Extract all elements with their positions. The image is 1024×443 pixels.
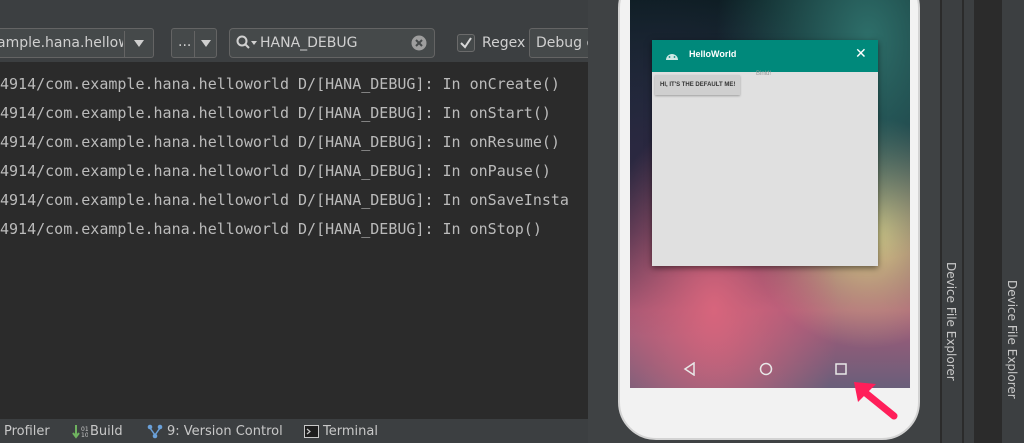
android-icon [666,54,678,60]
log-line: 4914/com.example.hana.helloworld D/[HANA… [0,75,560,93]
recent-app-card[interactable]: HelloWorld ✕ Binld! HI, IT'S THE DEFAULT… [652,40,878,266]
device-file-explorer-tab[interactable]: Device File Explorer [944,262,958,381]
build-tab-label: Build [90,424,123,439]
version-control-tab[interactable]: 9: Version Control [147,419,283,443]
log-line: 4914/com.example.hana.helloworld D/[HANA… [0,162,551,180]
checkmark-icon [460,37,472,49]
dropdown-divider [194,31,195,57]
chevron-down-icon [134,40,144,47]
back-icon[interactable] [683,362,697,376]
build-icon: 01 10 [72,425,88,439]
terminal-tab[interactable]: Terminal [304,419,378,443]
log-line: 4914/com.example.hana.helloworld D/[HANA… [0,104,551,122]
regex-label: Regex [482,35,526,51]
version-control-tab-label: 9: Version Control [167,424,283,439]
recent-card-title: HelloWorld [689,49,737,59]
dropdown-divider [124,31,125,57]
search-value: HANA_DEBUG [260,35,358,51]
filter-config-value: Debug o [536,35,596,51]
log-level-dropdown[interactable]: ... [171,28,217,58]
side-divider [964,0,974,443]
clear-search-icon[interactable] [411,35,427,51]
log-line: 4914/com.example.hana.helloworld D/[HANA… [0,133,560,151]
chevron-down-icon [201,40,211,47]
search-icon [236,35,257,49]
close-icon[interactable]: ✕ [855,46,867,62]
logcat-panel: ample.hana.hellowo ... HANA_DEBUG [0,0,599,443]
recent-card-header: HelloWorld ✕ [652,40,878,72]
log-line: 4914/com.example.hana.helloworld D/[HANA… [0,191,569,209]
home-icon[interactable] [759,362,773,376]
svg-text:10: 10 [81,432,88,439]
process-dropdown[interactable]: ample.hana.hellowo [0,28,154,58]
side-tool-strip: Device File Explorer [1002,0,1024,443]
profiler-tab-label: Profiler [4,424,50,439]
regex-checkbox[interactable] [457,34,475,52]
recents-icon[interactable] [834,362,848,376]
log-level-value: ... [178,34,192,50]
logcat-toolbar: ample.hana.hellowo ... HANA_DEBUG [0,0,599,62]
version-control-icon [147,424,163,439]
logcat-search-input[interactable]: HANA_DEBUG [229,28,435,58]
device-file-explorer-tab[interactable]: Device File Explorer [1005,280,1019,399]
process-dropdown-value: ample.hana.hellowo [0,35,123,51]
profiler-tab[interactable]: Profiler [4,419,50,443]
terminal-tab-label: Terminal [323,424,378,439]
default-message-button[interactable]: HI, IT'S THE DEFAULT ME! [655,75,741,95]
terminal-icon [304,425,319,438]
log-line: 4914/com.example.hana.helloworld D/[HANA… [0,220,542,238]
build-tab[interactable]: 01 10 Build [72,419,123,443]
recent-card-hint: Binld! [756,71,772,77]
tool-window-bar: Profiler 01 10 Build 9: Version Control [0,418,588,443]
annotation-arrow-icon [854,382,898,420]
side-tool-strip: Device File Explorer [942,0,962,443]
